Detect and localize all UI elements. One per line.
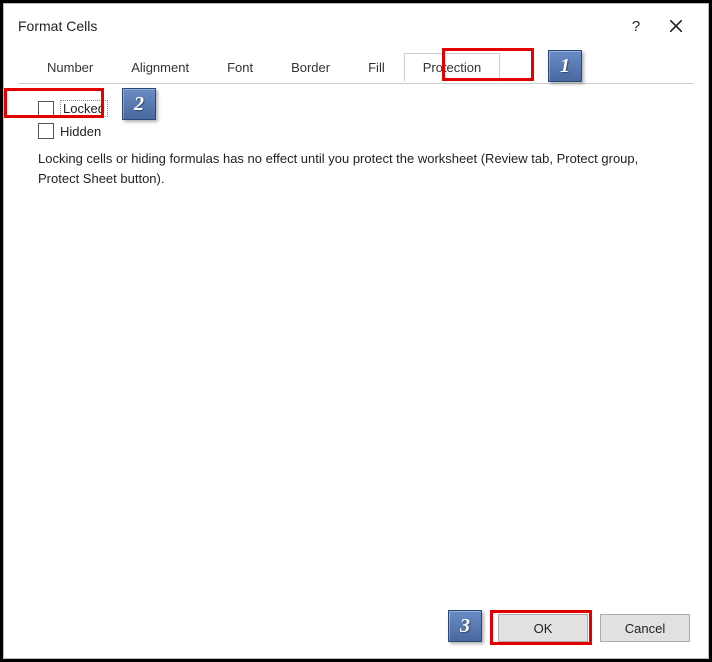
tab-alignment[interactable]: Alignment [112,53,208,82]
checkbox-locked[interactable] [38,101,54,117]
format-cells-dialog: Format Cells ? Number Alignment Font Bor… [3,3,709,659]
tab-border[interactable]: Border [272,53,349,82]
tab-fill[interactable]: Fill [349,53,404,82]
checkbox-hidden[interactable] [38,123,54,139]
checkbox-hidden-row[interactable]: Hidden [38,123,686,139]
tab-number[interactable]: Number [28,53,112,82]
tab-strip: Number Alignment Font Border Fill Protec… [4,50,708,84]
callout-badge-3: 3 [448,610,482,642]
tab-font[interactable]: Font [208,53,272,82]
checkbox-hidden-label: Hidden [60,124,101,139]
callout-badge-1: 1 [548,50,582,82]
titlebar: Format Cells ? [4,4,708,50]
ok-button[interactable]: OK [498,614,588,642]
cancel-button[interactable]: Cancel [600,614,690,642]
help-button[interactable]: ? [616,12,656,40]
close-icon [670,20,682,32]
help-icon: ? [632,18,640,35]
dialog-button-bar: OK Cancel 3 [4,604,708,658]
checkbox-locked-label: Locked [60,100,108,117]
callout-badge-2: 2 [122,88,156,120]
protection-info-text: Locking cells or hiding formulas has no … [38,149,678,188]
tab-panel-protection: Locked Hidden Locking cells or hiding fo… [4,84,708,604]
close-button[interactable] [656,12,696,40]
tab-protection[interactable]: Protection [404,53,501,82]
dialog-title: Format Cells [18,18,616,34]
